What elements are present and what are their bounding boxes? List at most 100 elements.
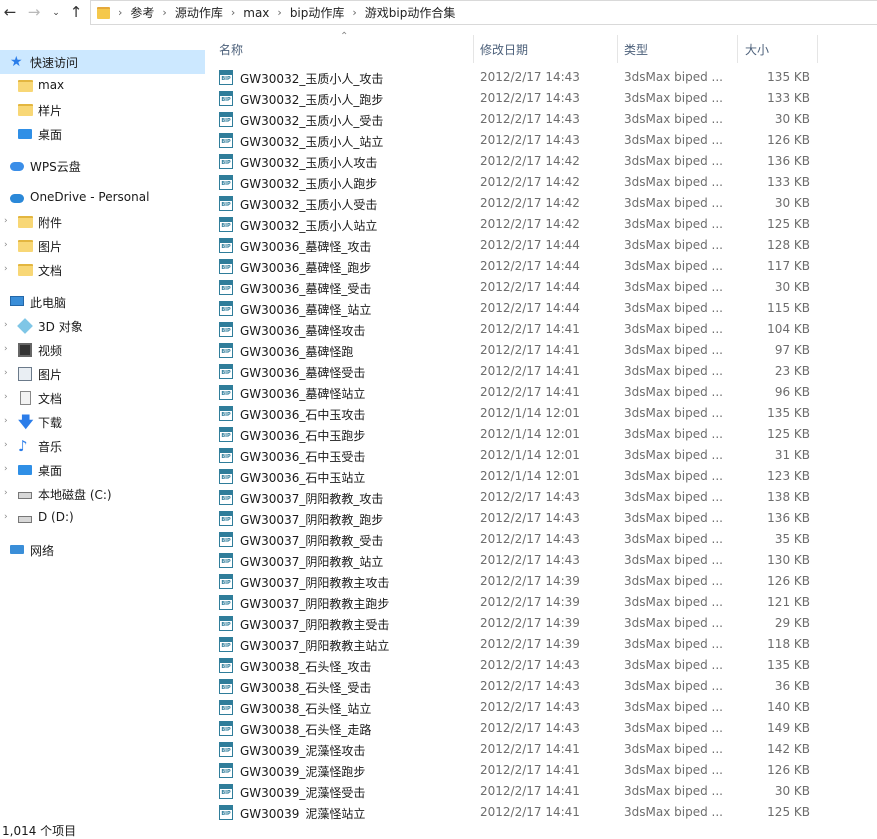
file-row[interactable]: BIP GW30037_阴阳教教主受击 2012/2/17 14:39 3dsMax … bbox=[205, 613, 877, 634]
column-divider[interactable] bbox=[737, 35, 738, 63]
file-row[interactable]: BIP GW30032_玉质小人_受击 2012/2/17 14:43 3dsMax … bbox=[205, 109, 877, 130]
file-name: GW30038_石头怪_受击 bbox=[240, 681, 372, 695]
file-row[interactable]: BIP GW30036_石中玉受击 2012/1/14 12:01 3dsMax bi… bbox=[205, 445, 877, 466]
expand-chevron-icon[interactable]: › bbox=[4, 489, 10, 498]
nav-quick-access[interactable]: ★ 快速访问 bbox=[0, 50, 205, 74]
nav-item-drive-c[interactable]: › 本地磁盘 (C:) bbox=[0, 482, 205, 506]
expand-chevron-icon[interactable]: › bbox=[4, 217, 10, 226]
expand-chevron-icon[interactable]: › bbox=[4, 369, 10, 378]
file-row[interactable]: BIP GW30032_玉质小人_站立 2012/2/17 14:43 3dsMax … bbox=[205, 130, 877, 151]
column-divider[interactable] bbox=[473, 35, 474, 63]
file-row[interactable]: BIP GW30037_阴阳教教_受击 2012/2/17 14:43 3dsMax … bbox=[205, 529, 877, 550]
file-row[interactable]: BIP GW30032_玉质小人站立 2012/2/17 14:42 3dsMax b… bbox=[205, 214, 877, 235]
file-row[interactable]: BIP GW30032_玉质小人攻击 2012/2/17 14:42 3dsMax b… bbox=[205, 151, 877, 172]
file-row[interactable]: BIP GW30037_阴阳教教主跑步 2012/2/17 14:39 3dsMax … bbox=[205, 592, 877, 613]
expand-chevron-icon[interactable]: › bbox=[4, 513, 10, 522]
file-row[interactable]: BIP GW30036_墓碑怪_跑步 2012/2/17 14:44 3dsMax b… bbox=[205, 256, 877, 277]
expand-chevron-icon[interactable]: › bbox=[4, 265, 10, 274]
expand-chevron-icon[interactable]: › bbox=[4, 417, 10, 426]
file-row[interactable]: BIP GW30039_泥藻怪站立 2012/2/17 14:41 3dsMax bi… bbox=[205, 802, 877, 820]
file-size: 135 KB bbox=[767, 658, 810, 672]
file-date: 2012/2/17 14:43 bbox=[480, 133, 580, 147]
file-row[interactable]: BIP GW30038_石头怪_受击 2012/2/17 14:43 3dsMax b… bbox=[205, 676, 877, 697]
breadcrumb-item[interactable]: max bbox=[243, 6, 269, 20]
recent-locations-chevron-icon[interactable]: ⌄ bbox=[46, 3, 66, 23]
file-row[interactable]: BIP GW30037_阴阳教教_攻击 2012/2/17 14:43 3dsMax … bbox=[205, 487, 877, 508]
nav-item-pictures[interactable]: › 图片 bbox=[0, 362, 205, 386]
up-arrow-icon[interactable]: ↑ bbox=[66, 2, 86, 22]
nav-item-samples[interactable]: 样片 bbox=[0, 98, 205, 122]
expand-chevron-icon[interactable]: › bbox=[4, 345, 10, 354]
nav-item-attachments[interactable]: › 附件 bbox=[0, 210, 205, 234]
nav-item-desktop[interactable]: 桌面 bbox=[0, 122, 205, 146]
breadcrumb-item[interactable]: 游戏bip动作合集 bbox=[365, 4, 456, 21]
breadcrumb-item[interactable]: 源动作库 bbox=[175, 4, 223, 21]
breadcrumb-separator-icon[interactable]: › bbox=[352, 6, 356, 19]
nav-item-pc-desktop[interactable]: › 桌面 bbox=[0, 458, 205, 482]
breadcrumb-separator-icon[interactable]: › bbox=[118, 6, 122, 19]
file-row[interactable]: BIP GW30036_墓碑怪站立 2012/2/17 14:41 3dsMax bi… bbox=[205, 382, 877, 403]
column-header-name[interactable]: 名称 bbox=[219, 41, 243, 58]
expand-chevron-icon[interactable]: › bbox=[4, 241, 10, 250]
file-row[interactable]: BIP GW30032_玉质小人受击 2012/2/17 14:42 3dsMax b… bbox=[205, 193, 877, 214]
file-row[interactable]: BIP GW30036_墓碑怪_站立 2012/2/17 14:44 3dsMax b… bbox=[205, 298, 877, 319]
bip-file-icon: BIP bbox=[219, 238, 233, 253]
nav-item-wps-cloud[interactable]: WPS云盘 bbox=[0, 154, 205, 178]
breadcrumb-separator-icon[interactable]: › bbox=[277, 6, 281, 19]
breadcrumb-separator-icon[interactable]: › bbox=[231, 6, 235, 19]
nav-item-downloads[interactable]: › 🡇 下载 bbox=[0, 410, 205, 434]
file-row[interactable]: BIP GW30036_墓碑怪跑 2012/2/17 14:41 3dsMax bip… bbox=[205, 340, 877, 361]
file-row[interactable]: BIP GW30036_石中玉攻击 2012/1/14 12:01 3dsMax bi… bbox=[205, 403, 877, 424]
column-header-date[interactable]: 修改日期 bbox=[480, 41, 528, 58]
file-row[interactable]: BIP GW30032_玉质小人跑步 2012/2/17 14:42 3dsMax b… bbox=[205, 172, 877, 193]
breadcrumb-item[interactable]: bip动作库 bbox=[290, 4, 345, 21]
file-row[interactable]: BIP GW30032_玉质小人_跑步 2012/2/17 14:43 3dsMax … bbox=[205, 88, 877, 109]
download-icon: 🡇 bbox=[18, 413, 34, 431]
nav-item-3d-objects[interactable]: › 3D 对象 bbox=[0, 314, 205, 338]
breadcrumb-item[interactable]: 参考 bbox=[130, 4, 154, 21]
expand-chevron-icon[interactable]: › bbox=[4, 393, 10, 402]
file-row[interactable]: BIP GW30038_石头怪_站立 2012/2/17 14:43 3dsMax b… bbox=[205, 697, 877, 718]
expand-chevron-icon[interactable]: › bbox=[4, 321, 10, 330]
column-divider[interactable] bbox=[817, 35, 818, 63]
file-row[interactable]: BIP GW30039_泥藻怪攻击 2012/2/17 14:41 3dsMax bi… bbox=[205, 739, 877, 760]
nav-item-music[interactable]: › ♪ 音乐 bbox=[0, 434, 205, 458]
nav-item-network[interactable]: 网络 bbox=[0, 538, 205, 562]
nav-item-this-pc[interactable]: 此电脑 bbox=[0, 290, 205, 314]
breadcrumb-separator-icon[interactable]: › bbox=[162, 6, 166, 19]
column-header-size[interactable]: 大小 bbox=[745, 41, 769, 58]
nav-item-drive-d[interactable]: › D (D:) bbox=[0, 506, 205, 530]
nav-item-label: 文档 bbox=[38, 392, 63, 406]
file-row[interactable]: BIP GW30039_泥藻怪受击 2012/2/17 14:41 3dsMax bi… bbox=[205, 781, 877, 802]
nav-item-max[interactable]: max bbox=[0, 74, 205, 98]
column-header-type[interactable]: 类型 bbox=[624, 41, 648, 58]
nav-item-onedrive-pictures[interactable]: › 图片 bbox=[0, 234, 205, 258]
column-header: ⌃ 名称 修改日期 类型 大小 bbox=[205, 30, 877, 64]
file-row[interactable]: BIP GW30036_墓碑怪攻击 2012/2/17 14:41 3dsMax bi… bbox=[205, 319, 877, 340]
forward-arrow-icon[interactable]: → bbox=[24, 2, 44, 22]
file-row[interactable]: BIP GW30038_石头怪_攻击 2012/2/17 14:43 3dsMax b… bbox=[205, 655, 877, 676]
file-row[interactable]: BIP GW30037_阴阳教教_站立 2012/2/17 14:43 3dsMax … bbox=[205, 550, 877, 571]
file-row[interactable]: BIP GW30032_玉质小人_攻击 2012/2/17 14:43 3dsMax … bbox=[205, 67, 877, 88]
file-row[interactable]: BIP GW30039_泥藻怪跑步 2012/2/17 14:41 3dsMax bi… bbox=[205, 760, 877, 781]
expand-chevron-icon[interactable]: › bbox=[4, 441, 10, 450]
bip-file-icon-label: BIP bbox=[221, 748, 231, 754]
nav-item-onedrive[interactable]: OneDrive - Personal bbox=[0, 186, 205, 210]
address-bar[interactable]: › 参考 › 源动作库 › max › bip动作库 › 游戏bip动作合集 bbox=[90, 0, 877, 25]
back-arrow-icon[interactable]: ← bbox=[0, 2, 20, 22]
nav-item-onedrive-documents[interactable]: › 文档 bbox=[0, 258, 205, 282]
file-row[interactable]: BIP GW30036_墓碑怪受击 2012/2/17 14:41 3dsMax bi… bbox=[205, 361, 877, 382]
file-row[interactable]: BIP GW30037_阴阳教教主站立 2012/2/17 14:39 3dsMax … bbox=[205, 634, 877, 655]
nav-item-documents[interactable]: › 文档 bbox=[0, 386, 205, 410]
expand-chevron-icon[interactable]: › bbox=[4, 465, 10, 474]
file-row[interactable]: BIP GW30036_墓碑怪_受击 2012/2/17 14:44 3dsMax b… bbox=[205, 277, 877, 298]
nav-item-videos[interactable]: › 视频 bbox=[0, 338, 205, 362]
file-row[interactable]: BIP GW30037_阴阳教教_跑步 2012/2/17 14:43 3dsMax … bbox=[205, 508, 877, 529]
file-row[interactable]: BIP GW30036_墓碑怪_攻击 2012/2/17 14:44 3dsMax b… bbox=[205, 235, 877, 256]
file-row[interactable]: BIP GW30037_阴阳教教主攻击 2012/2/17 14:39 3dsMax … bbox=[205, 571, 877, 592]
file-row[interactable]: BIP GW30036_石中玉跑步 2012/1/14 12:01 3dsMax bi… bbox=[205, 424, 877, 445]
file-row[interactable]: BIP GW30038_石头怪_走路 2012/2/17 14:43 3dsMax b… bbox=[205, 718, 877, 739]
file-row[interactable]: BIP GW30036_石中玉站立 2012/1/14 12:01 3dsMax bi… bbox=[205, 466, 877, 487]
column-divider[interactable] bbox=[617, 35, 618, 63]
file-date: 2012/2/17 14:43 bbox=[480, 112, 580, 126]
